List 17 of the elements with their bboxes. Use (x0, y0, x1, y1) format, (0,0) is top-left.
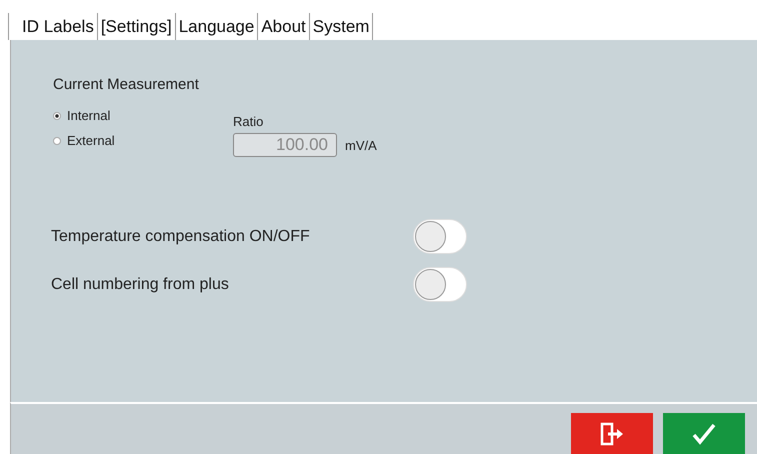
radio-button[interactable] (53, 136, 61, 144)
toggle-switch[interactable] (413, 267, 467, 302)
exit-button[interactable] (571, 413, 653, 454)
setting-label: Temperature compensation ON/OFF (51, 228, 311, 246)
exit-icon (599, 422, 625, 446)
tab[interactable]: About (258, 13, 310, 40)
radio-label: Internal (67, 108, 110, 123)
unit-label: mV/A (345, 138, 377, 152)
tab[interactable]: Language (176, 13, 258, 40)
section-title: Current Measurement (53, 76, 200, 93)
setting-label: Cell numbering from plus (51, 276, 230, 294)
toggle-switch[interactable] (413, 219, 467, 254)
radio-button[interactable] (53, 112, 61, 120)
check-icon (691, 422, 717, 446)
ratio-label: Ratio (233, 114, 264, 129)
confirm-button[interactable] (663, 413, 745, 454)
radio-label: External (67, 133, 115, 148)
